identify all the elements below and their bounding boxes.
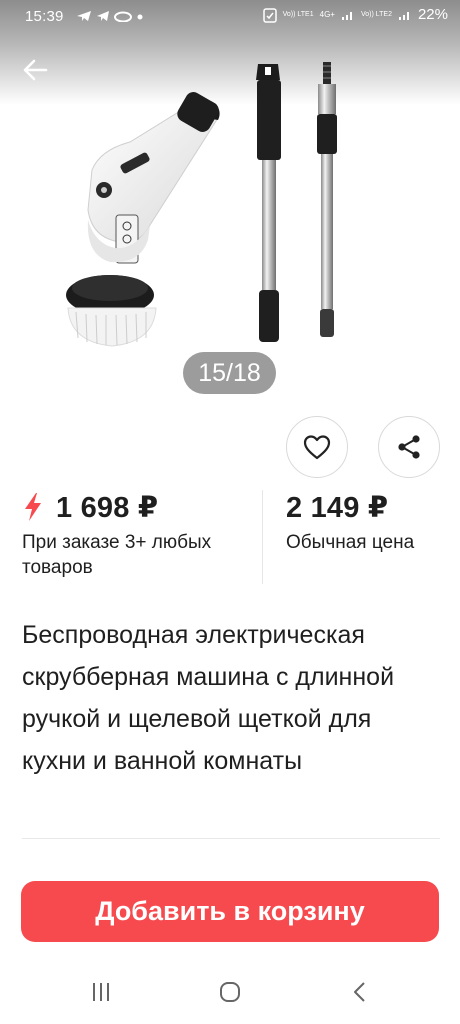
sim1-label: Vo)) LTE1 [282, 10, 314, 18]
system-nav-bar [0, 960, 460, 1024]
sim2-label: Vo)) LTE2 [360, 10, 392, 18]
dot-icon [137, 14, 143, 20]
scrubber-device [66, 92, 220, 347]
handle-pole-right [317, 62, 337, 337]
recents-icon [93, 983, 109, 1001]
system-back-button[interactable] [340, 976, 380, 1008]
product-image[interactable] [40, 50, 430, 360]
regular-price-block: 2 149 ₽ Обычная цена [286, 490, 456, 555]
notification-icons [76, 10, 144, 22]
signal-icon [341, 11, 352, 20]
home-button[interactable] [210, 976, 250, 1008]
battery-percent: 22% [417, 6, 448, 23]
recents-button[interactable] [81, 976, 121, 1008]
heart-icon [303, 435, 331, 460]
add-to-cart-button[interactable]: Добавить в корзину [21, 881, 439, 942]
product-title: Беспроводная электрическая скрубберная м… [22, 621, 395, 775]
product-screen: 15:39 Vo)) LTE1 4G+ Vo)) LTE2 22% 15/18 … [0, 0, 460, 1024]
regular-price: 2 149 ₽ [286, 491, 389, 524]
promo-price-block: 1 698 ₽ При заказе 3+ любых товаров [22, 490, 252, 580]
cloud-icon [114, 11, 132, 22]
content-divider [22, 838, 440, 839]
alarm-icon [262, 7, 277, 23]
share-button[interactable] [378, 416, 440, 478]
price-divider [262, 490, 263, 584]
lightning-icon [25, 493, 41, 521]
status-bar: 15:39 Vo)) LTE1 4G+ Vo)) LTE2 22% [0, 0, 460, 36]
promo-price-caption: При заказе 3+ любых товаров [22, 532, 212, 578]
gallery-page-counter: 15/18 [183, 352, 276, 394]
home-icon [220, 982, 240, 1002]
regular-price-caption: Обычная цена [286, 532, 415, 553]
product-gallery[interactable]: 15:39 Vo)) LTE1 4G+ Vo)) LTE2 22% 15/18 [0, 0, 460, 405]
telegram-icon [97, 11, 109, 21]
handle-pole-left [256, 64, 281, 342]
favorite-button[interactable] [286, 416, 348, 478]
chevron-left-icon [354, 982, 365, 1002]
telegram-icon [77, 11, 91, 21]
promo-price: 1 698 ₽ [56, 491, 159, 524]
share-icon [398, 435, 420, 459]
back-button[interactable] [18, 54, 54, 86]
status-right: Vo)) LTE1 4G+ Vo)) LTE2 22% [262, 6, 448, 23]
promo-price-row: 1 698 ₽ [22, 490, 252, 524]
network-type: 4G+ [319, 10, 335, 19]
signal-icon [398, 11, 409, 20]
regular-price-row: 2 149 ₽ [286, 490, 456, 524]
arrow-left-icon [23, 59, 48, 81]
status-time: 15:39 [25, 8, 64, 25]
